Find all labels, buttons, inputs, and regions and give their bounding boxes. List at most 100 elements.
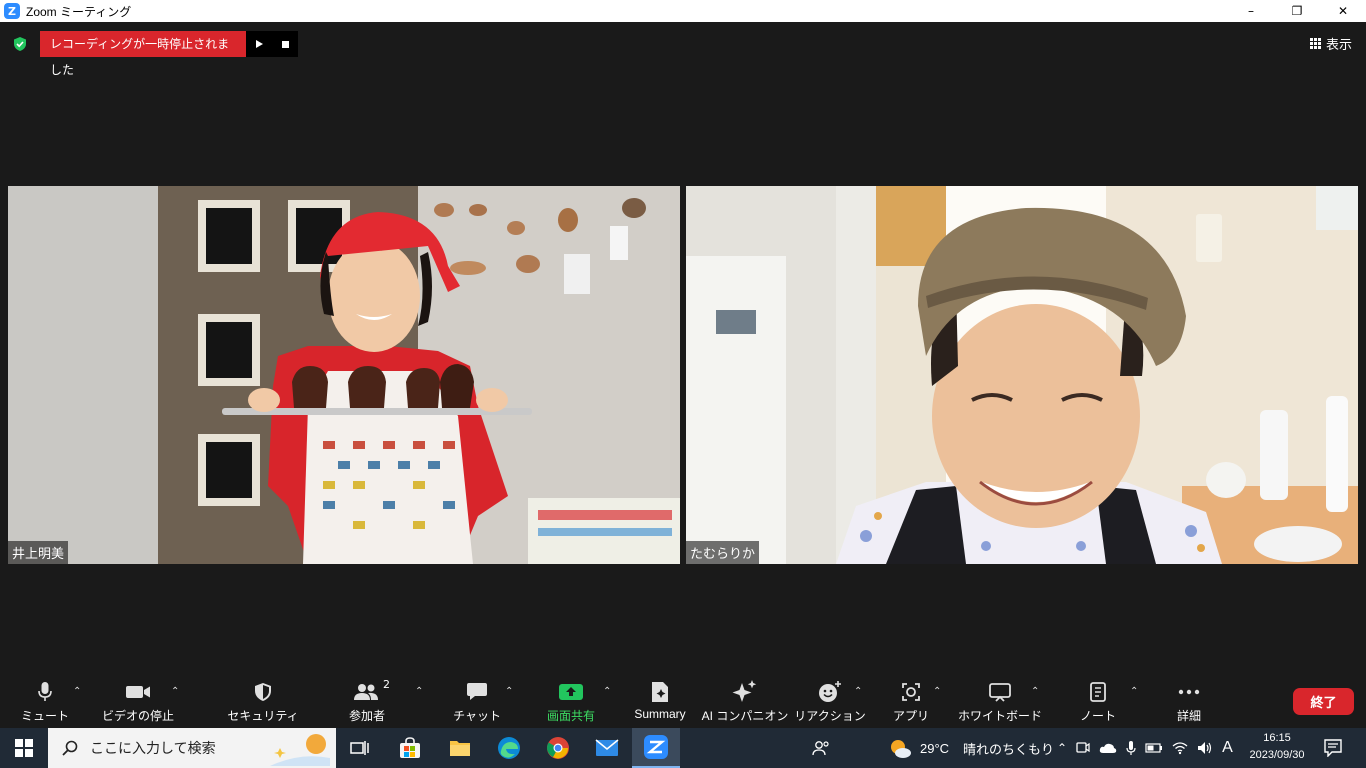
recording-status: レコーディングが一時停止されました: [40, 31, 246, 77]
windows-logo-icon: [15, 739, 33, 757]
taskbar-clock[interactable]: 16:15 2023/09/30: [1244, 730, 1310, 764]
stop-video-button[interactable]: ビデオの停止: [102, 680, 174, 726]
wifi-icon[interactable]: [1172, 741, 1188, 755]
store-bag-icon: [400, 737, 420, 758]
security-label: セキュリティ: [227, 709, 299, 723]
share-screen-button[interactable]: 画面共有: [543, 680, 599, 726]
grid-icon: [1309, 38, 1321, 49]
mute-button[interactable]: ミュート: [21, 680, 70, 726]
whiteboard-button[interactable]: ホワイトボード: [958, 680, 1042, 726]
clock-time: 16:15: [1263, 732, 1291, 744]
title-bar: Z Zoom ミーティング – ❐ ✕: [0, 0, 1366, 22]
participants-options-chevron-icon[interactable]: ⌃: [415, 686, 423, 697]
chrome-browser-icon: [547, 737, 569, 759]
chat-options-chevron-icon[interactable]: ⌃: [505, 686, 513, 697]
onedrive-cloud-icon[interactable]: [1099, 742, 1117, 754]
more-button[interactable]: 詳細: [1170, 680, 1208, 726]
mute-options-chevron-icon[interactable]: ⌃: [73, 686, 81, 697]
taskbar-search-box[interactable]: ここに入力して検索: [48, 728, 336, 768]
meeting-area: レコーディングが一時停止されました 表示 井上明美 たむらりか: [0, 22, 1366, 676]
windows-taskbar: ここに入力して検索 29°C 晴れのちくもり ⌃ A 16:15 2023/09…: [0, 728, 1366, 768]
maximize-button[interactable]: ❐: [1274, 0, 1320, 22]
participants-icon: [354, 684, 378, 700]
shield-icon: [255, 683, 271, 701]
video-options-chevron-icon[interactable]: ⌃: [171, 686, 179, 697]
security-button[interactable]: セキュリティ: [227, 680, 299, 726]
start-button[interactable]: [0, 728, 48, 768]
minimize-button[interactable]: –: [1228, 0, 1274, 22]
search-highlight-moon-icon: [270, 734, 330, 766]
video-tile-participant-2[interactable]: たむらりか: [686, 186, 1358, 564]
search-icon: [62, 740, 78, 756]
participant-name-1: 井上明美: [8, 541, 69, 564]
microphone-tray-icon[interactable]: [1126, 740, 1136, 756]
apps-button[interactable]: アプリ: [890, 680, 932, 726]
folder-icon: [450, 741, 470, 756]
notes-options-chevron-icon[interactable]: ⌃: [1130, 686, 1138, 697]
notification-icon: [1324, 739, 1342, 757]
summary-label: Summary: [634, 707, 686, 721]
weather-description: 晴れのちくもり: [963, 741, 1055, 757]
chat-bubble-icon: [467, 683, 487, 700]
window-title: Zoom ミーティング: [26, 4, 132, 19]
mute-label: ミュート: [21, 709, 70, 723]
speaker-volume-icon[interactable]: [1197, 741, 1213, 755]
stop-recording-button[interactable]: [272, 31, 298, 57]
summary-document-icon: [652, 682, 668, 702]
ai-sparkle-icon: [732, 680, 757, 702]
notes-label: ノート: [1079, 709, 1116, 723]
task-view-icon: [350, 741, 369, 755]
zoom-app-button[interactable]: [632, 728, 680, 768]
edge-browser-icon: [498, 737, 520, 759]
chat-button[interactable]: チャット: [453, 680, 501, 726]
show-hidden-icons-chevron-icon[interactable]: ⌃: [1057, 741, 1067, 755]
people-icon: [812, 741, 829, 756]
weather-temperature: 29°C: [920, 740, 950, 756]
task-view-button[interactable]: [336, 728, 384, 768]
mail-envelope-icon: [595, 739, 619, 756]
edge-browser-button[interactable]: [485, 728, 533, 768]
battery-icon[interactable]: [1145, 743, 1163, 753]
recording-banner: レコーディングが一時停止されました: [40, 31, 298, 77]
reactions-button[interactable]: リアクション: [794, 680, 866, 726]
ai-companion-button[interactable]: AI コンパニオン: [702, 680, 788, 726]
shield-check-icon[interactable]: [12, 36, 28, 52]
whiteboard-label: ホワイトボード: [958, 709, 1043, 723]
video-camera-icon: [126, 686, 150, 698]
people-tray[interactable]: [812, 728, 830, 768]
reaction-smiley-icon: [819, 681, 841, 702]
weather-widget[interactable]: 29°C 晴れのちくもり: [888, 728, 1054, 768]
share-screen-label: 画面共有: [546, 709, 595, 723]
action-center-button[interactable]: [1310, 728, 1356, 768]
video-tile-participant-1[interactable]: 井上明美: [8, 186, 680, 564]
system-tray: ⌃ A: [1057, 728, 1233, 768]
search-placeholder: ここに入力して検索: [90, 740, 216, 756]
stop-icon: [282, 41, 289, 48]
more-label: 詳細: [1176, 709, 1201, 723]
meet-now-icon[interactable]: [1076, 740, 1090, 756]
participants-label: 参加者: [348, 709, 385, 723]
end-meeting-button[interactable]: 終了: [1293, 688, 1354, 715]
chat-label: チャット: [453, 709, 501, 723]
ime-indicator[interactable]: A: [1222, 739, 1233, 757]
more-dots-icon: [1178, 689, 1200, 695]
summary-button[interactable]: Summary: [631, 680, 689, 726]
participant-video-2: [686, 186, 1358, 564]
chrome-browser-button[interactable]: [534, 728, 582, 768]
apps-icon: [902, 683, 920, 701]
resume-recording-button[interactable]: [246, 31, 272, 57]
microsoft-store-button[interactable]: [386, 728, 434, 768]
apps-options-chevron-icon[interactable]: ⌃: [933, 686, 941, 697]
weather-sun-cloud-icon: [891, 740, 911, 758]
file-explorer-button[interactable]: [436, 728, 484, 768]
reactions-options-chevron-icon[interactable]: ⌃: [854, 686, 862, 697]
whiteboard-options-chevron-icon[interactable]: ⌃: [1031, 686, 1039, 697]
mail-button[interactable]: [583, 728, 631, 768]
meeting-toolbar: ミュート ⌃ ビデオの停止 ⌃ セキュリティ 参加者 2 ⌃ チャット ⌃ 画面…: [0, 676, 1366, 728]
close-button[interactable]: ✕: [1320, 0, 1366, 22]
stop-video-label: ビデオの停止: [102, 709, 175, 723]
share-options-chevron-icon[interactable]: ⌃: [603, 686, 611, 697]
view-button[interactable]: 表示: [1309, 34, 1352, 53]
ai-companion-label: AI コンパニオン: [701, 709, 789, 723]
notes-button[interactable]: ノート: [1078, 680, 1118, 726]
